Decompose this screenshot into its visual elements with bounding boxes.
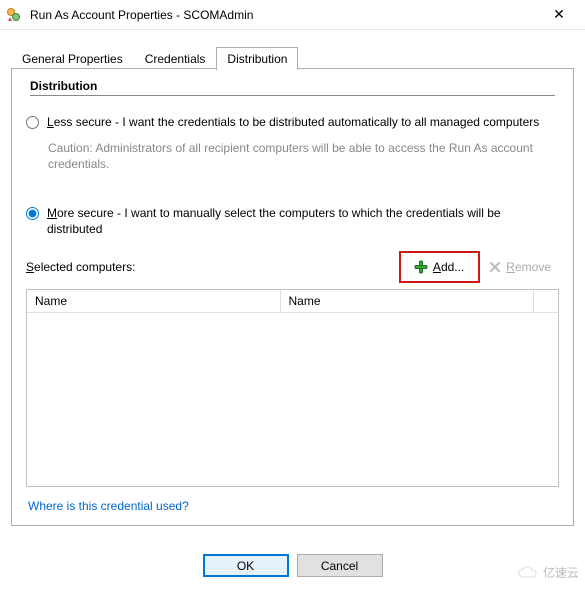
app-icon (6, 7, 22, 23)
radio-more-secure[interactable]: More secure - I want to manually select … (26, 205, 559, 237)
plus-icon (413, 259, 429, 275)
watermark-text: 亿速云 (543, 564, 579, 581)
tab-strip: General Properties Credentials Distribut… (11, 46, 574, 69)
tab-credentials[interactable]: Credentials (134, 47, 217, 70)
dialog-button-bar: OK Cancel (0, 554, 585, 577)
section-divider (30, 95, 555, 96)
add-button-highlight: Add... (399, 251, 480, 283)
section-title: Distribution (30, 79, 561, 93)
title-bar: Run As Account Properties - SCOMAdmin ✕ (0, 0, 585, 30)
tab-general-properties[interactable]: General Properties (11, 47, 134, 70)
window-title: Run As Account Properties - SCOMAdmin (30, 8, 539, 22)
tab-panel-distribution: Distribution Less secure - I want the cr… (11, 68, 574, 526)
selected-computers-list[interactable]: Name Name (26, 289, 559, 487)
radio-less-secure[interactable]: Less secure - I want the credentials to … (26, 114, 559, 130)
watermark: 亿速云 (517, 564, 579, 581)
radio-more-secure-label: More secure - I want to manually select … (47, 205, 559, 237)
window-content: General Properties Credentials Distribut… (0, 30, 585, 526)
column-header-name-1[interactable]: Name (27, 290, 281, 312)
link-where-used[interactable]: Where is this credential used? (28, 499, 189, 513)
add-button[interactable]: Add... (405, 257, 472, 277)
tab-distribution[interactable]: Distribution (216, 47, 298, 70)
caution-text: Caution: Administrators of all recipient… (48, 140, 561, 172)
radio-less-secure-label: Less secure - I want the credentials to … (47, 114, 539, 130)
radio-more-secure-input[interactable] (26, 207, 39, 220)
table-header: Name Name (27, 290, 558, 313)
ok-button[interactable]: OK (203, 554, 289, 577)
radio-less-secure-input[interactable] (26, 116, 39, 129)
cloud-icon (517, 566, 539, 580)
close-button[interactable]: ✕ (539, 1, 579, 29)
selected-computers-label: Selected computers: (26, 260, 399, 274)
cancel-button[interactable]: Cancel (297, 554, 383, 577)
remove-button[interactable]: Remove (480, 258, 559, 276)
column-header-name-2[interactable]: Name (281, 290, 535, 312)
x-icon (488, 260, 502, 274)
column-header-spacer (534, 290, 558, 312)
selected-computers-row: Selected computers: Add... Remove (26, 251, 559, 283)
